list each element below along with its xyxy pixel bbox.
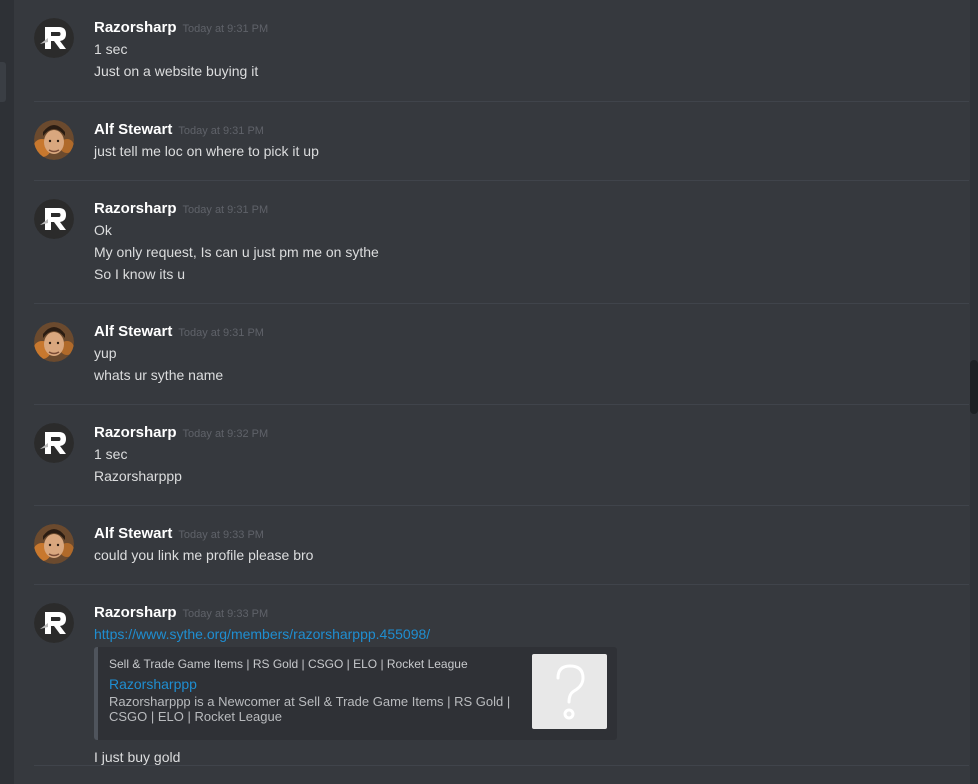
message-text: My only request, Is can u just pm me on … [94, 244, 379, 260]
username[interactable]: Razorsharp [94, 200, 177, 217]
embed-provider[interactable]: Sell & Trade Game Items | RS Gold | CSGO… [109, 657, 468, 671]
message-group: Alf Stewart Today at 9:33 PM could you li… [34, 524, 969, 585]
message-group: Alf Stewart Today at 9:31 PM yup whats ur… [34, 322, 969, 405]
sidebar-scroll-thumb[interactable] [0, 62, 6, 102]
message-text: Razorsharppp [94, 468, 182, 484]
channel-sidebar-edge [0, 0, 14, 784]
scrollbar-thumb[interactable] [970, 360, 978, 414]
username[interactable]: Razorsharp [94, 424, 177, 441]
message-text: Just on a website buying it [94, 63, 259, 79]
timestamp: Today at 9:31 PM [182, 23, 269, 35]
message-text: Ok [94, 222, 112, 238]
message-text: yup [94, 345, 117, 361]
message-text: 1 sec [94, 446, 128, 462]
message-group: Razorsharp Today at 9:31 PM Ok My only re… [34, 199, 969, 304]
username[interactable]: Razorsharp [94, 19, 177, 36]
username[interactable]: Razorsharp [94, 604, 177, 621]
username[interactable]: Alf Stewart [94, 525, 172, 542]
timestamp: Today at 9:32 PM [182, 428, 269, 440]
r-logo-avatar-icon[interactable] [34, 603, 74, 643]
question-mark-icon[interactable] [532, 654, 607, 729]
message-text: whats ur sythe name [94, 367, 224, 383]
link-embed: Sell & Trade Game Items | RS Gold | CSGO… [94, 647, 617, 740]
username[interactable]: Alf Stewart [94, 121, 172, 138]
timestamp: Today at 9:31 PM [178, 125, 264, 137]
chat-window: Razorsharp Today at 9:31 PM 1 sec Just on… [0, 0, 978, 784]
message-text: just tell me loc on where to pick it up [94, 143, 319, 159]
message-text: 1 sec [94, 41, 128, 57]
scrollbar-track[interactable] [970, 0, 978, 784]
timestamp: Today at 9:33 PM [178, 529, 264, 541]
r-logo-avatar-icon[interactable] [34, 423, 74, 463]
message-group: Razorsharp Today at 9:31 PM 1 sec Just on… [34, 18, 969, 102]
user-photo-avatar-icon[interactable] [34, 120, 74, 160]
r-logo-avatar-icon[interactable] [34, 199, 74, 239]
message-group: Razorsharp Today at 9:32 PM 1 sec Razorsh… [34, 423, 969, 506]
message-text: I just buy gold [94, 749, 181, 765]
timestamp: Today at 9:31 PM [178, 327, 264, 339]
embed-description: Razorsharppp is a Newcomer at Sell & Tra… [109, 694, 511, 724]
r-logo-avatar-icon[interactable] [34, 18, 74, 58]
user-photo-avatar-icon[interactable] [34, 322, 74, 362]
timestamp: Today at 9:31 PM [182, 204, 269, 216]
message-text: So I know its u [94, 266, 186, 282]
message-group: Razorsharp Today at 9:33 PM https://www.s… [34, 603, 969, 766]
message-list: Razorsharp Today at 9:31 PM 1 sec Just on… [14, 0, 970, 784]
user-photo-avatar-icon[interactable] [34, 524, 74, 564]
timestamp: Today at 9:33 PM [182, 608, 269, 620]
embed-title-link[interactable]: Razorsharppp [109, 676, 197, 692]
username[interactable]: Alf Stewart [94, 323, 172, 340]
profile-link[interactable]: https://www.sythe.org/members/razorsharp… [94, 626, 430, 642]
message-group: Alf Stewart Today at 9:31 PM just tell me… [34, 120, 969, 181]
message-text: could you link me profile please bro [94, 547, 314, 563]
